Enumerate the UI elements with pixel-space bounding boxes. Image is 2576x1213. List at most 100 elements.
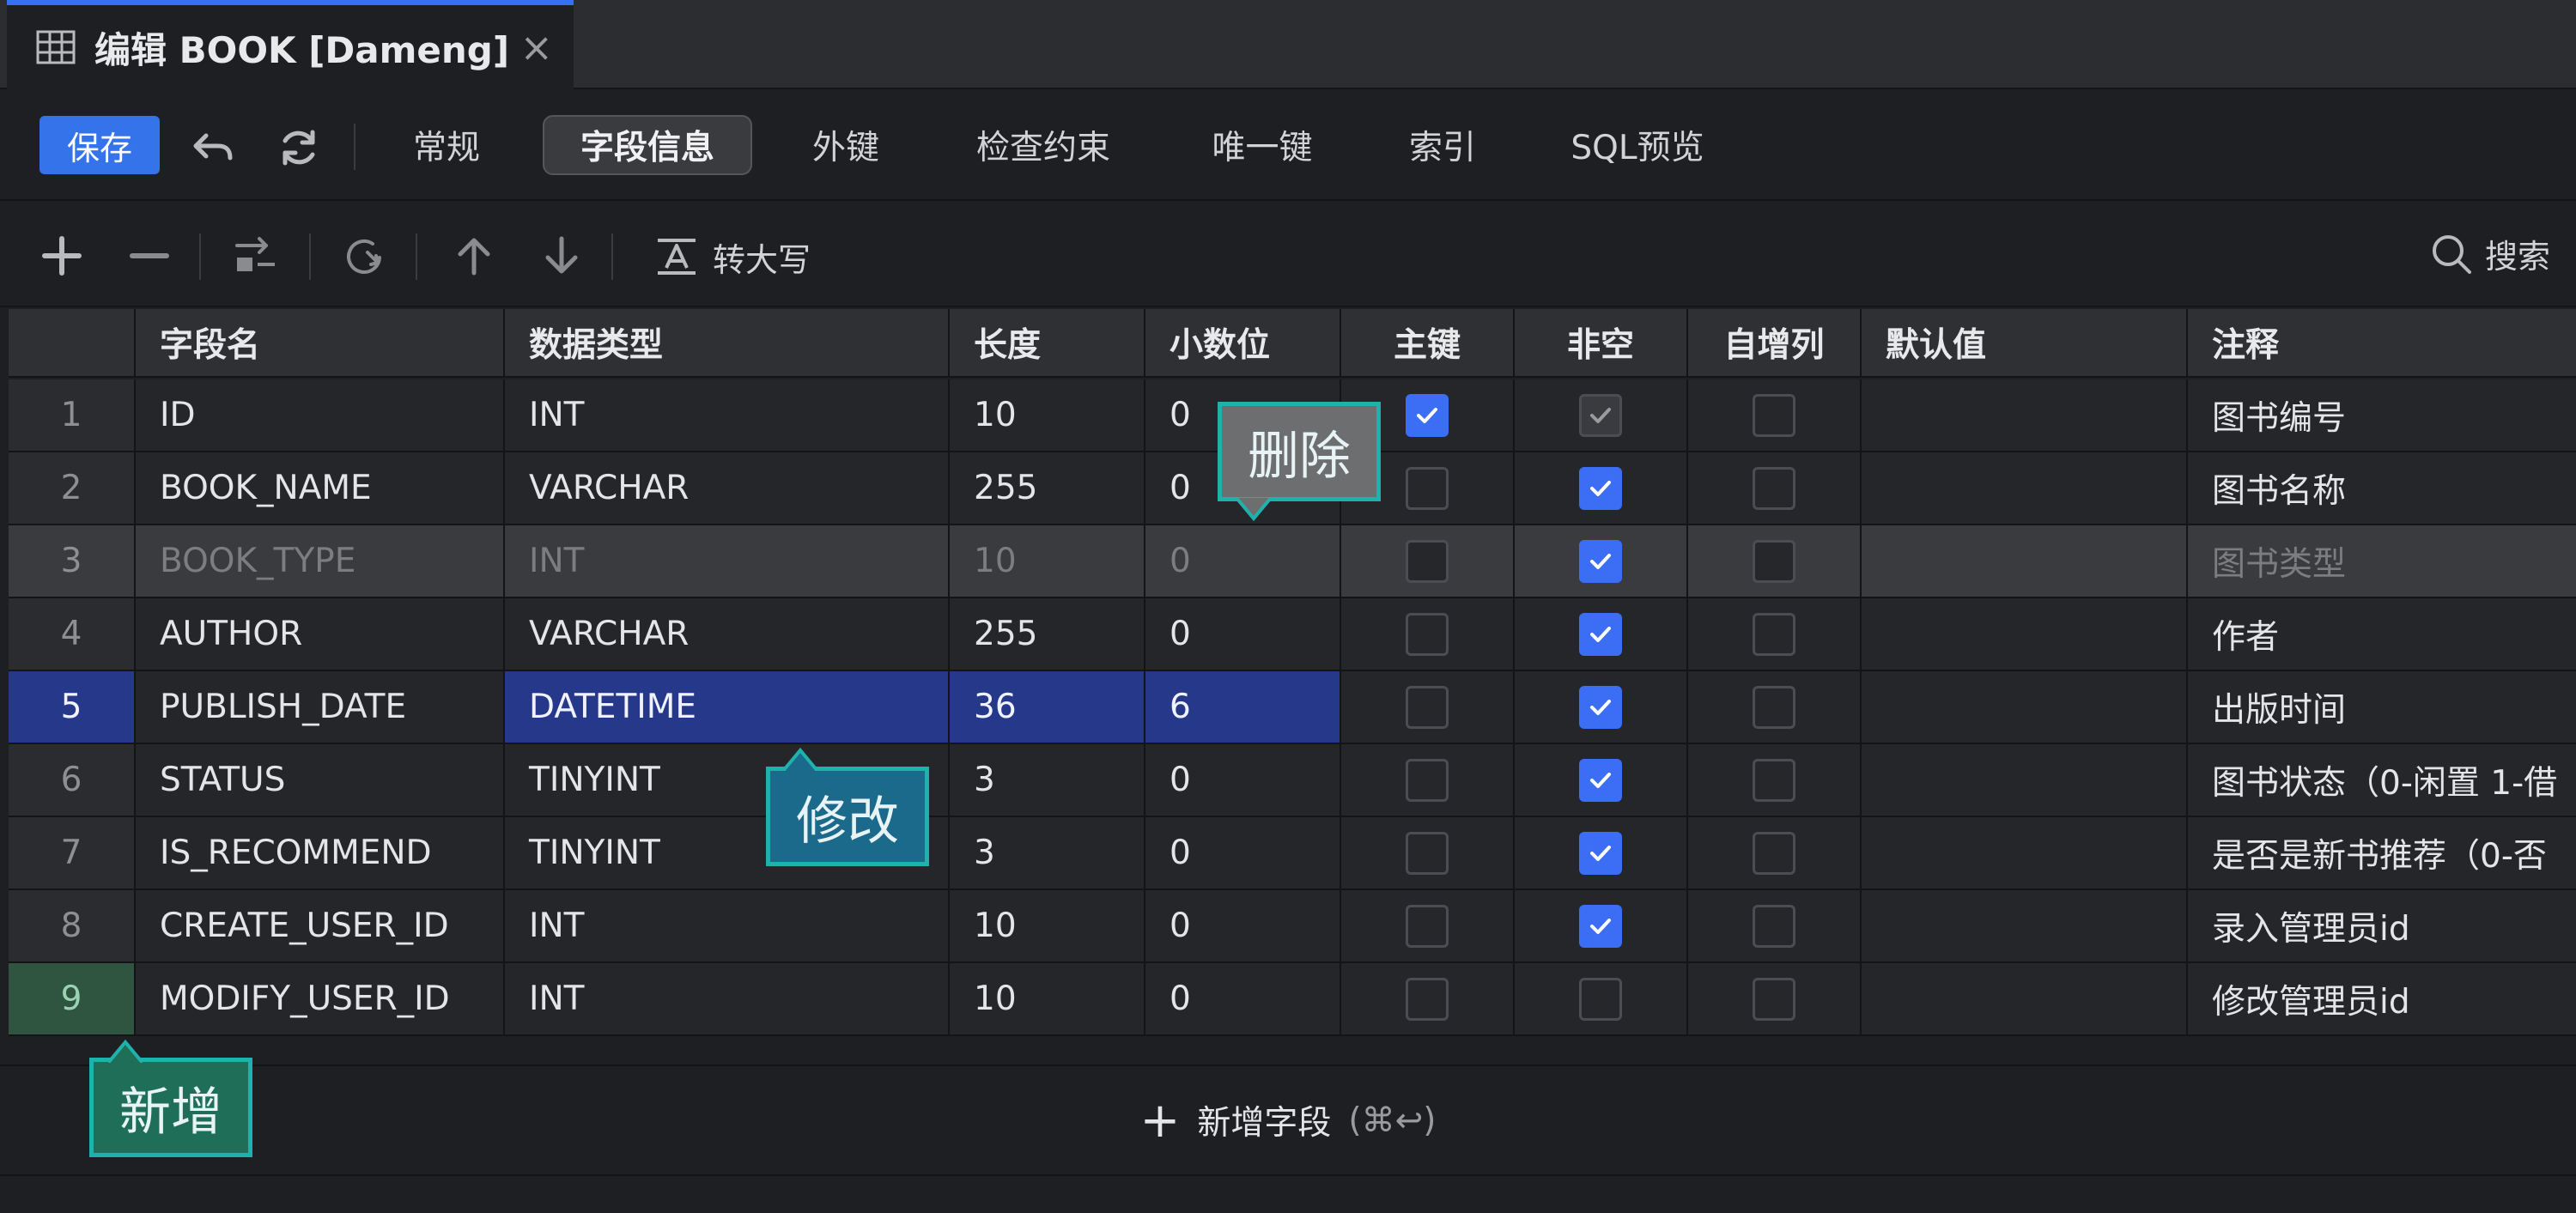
auto-checkbox[interactable] <box>1753 904 1795 948</box>
table-row[interactable]: 4 AUTHOR VARCHAR 255 0 作者 <box>9 598 2576 671</box>
pk-checkbox[interactable] <box>1406 612 1449 656</box>
notnull-cell[interactable] <box>1515 744 1688 816</box>
column-header-not-null[interactable]: 非空 <box>1515 309 1688 376</box>
type-cell[interactable]: INT <box>505 525 950 597</box>
pk-checkbox[interactable] <box>1406 393 1449 437</box>
name-cell[interactable]: MODIFY_USER_ID <box>136 963 505 1034</box>
auto-cell[interactable] <box>1688 744 1862 816</box>
save-button[interactable]: 保存 <box>39 116 160 174</box>
default-cell[interactable] <box>1862 744 2188 816</box>
comment-cell[interactable]: 是否是新书推荐（0-否 <box>2188 817 2576 889</box>
auto-cell[interactable] <box>1688 379 1862 451</box>
comment-cell[interactable]: 出版时间 <box>2188 671 2576 743</box>
undo-icon[interactable] <box>189 124 237 172</box>
table-row[interactable]: 8 CREATE_USER_ID INT 10 0 录入管理员id <box>9 890 2576 963</box>
name-cell[interactable]: AUTHOR <box>136 598 505 670</box>
pk-checkbox[interactable] <box>1406 831 1449 875</box>
editor-tab[interactable]: 编辑 BOOK [Dameng] × <box>7 0 574 89</box>
length-cell[interactable]: 10 <box>950 890 1145 961</box>
column-header-type[interactable]: 数据类型 <box>505 309 950 376</box>
name-cell[interactable]: BOOK_TYPE <box>136 525 505 597</box>
notnull-checkbox[interactable] <box>1579 466 1622 510</box>
uppercase-button[interactable]: 转大写 <box>713 234 811 281</box>
comment-cell[interactable]: 图书编号 <box>2188 379 2576 451</box>
arrow-down-icon[interactable] <box>538 232 586 280</box>
uppercase-icon[interactable] <box>653 232 701 280</box>
notnull-checkbox[interactable] <box>1579 393 1622 437</box>
pk-cell[interactable] <box>1341 963 1515 1034</box>
pk-cell[interactable] <box>1341 890 1515 961</box>
column-header-length[interactable]: 长度 <box>950 309 1145 376</box>
tab-check-constraints[interactable]: 检查约束 <box>962 115 1125 175</box>
notnull-cell[interactable] <box>1515 525 1688 597</box>
notnull-checkbox[interactable] <box>1579 758 1622 802</box>
scale-cell[interactable]: 0 <box>1145 598 1341 670</box>
scale-cell[interactable]: 0 <box>1145 963 1341 1034</box>
name-cell[interactable]: CREATE_USER_ID <box>136 890 505 961</box>
scale-cell[interactable]: 6 <box>1145 671 1341 743</box>
table-row[interactable]: 5 PUBLISH_DATE DATETIME 36 6 出版时间 <box>9 671 2576 744</box>
refresh-icon[interactable] <box>275 124 323 172</box>
comment-cell[interactable]: 录入管理员id <box>2188 890 2576 961</box>
auto-cell[interactable] <box>1688 963 1862 1034</box>
column-header-auto-increment[interactable]: 自增列 <box>1688 309 1862 376</box>
comment-cell[interactable]: 作者 <box>2188 598 2576 670</box>
notnull-cell[interactable] <box>1515 671 1688 743</box>
length-cell[interactable]: 10 <box>950 525 1145 597</box>
pk-cell[interactable] <box>1341 525 1515 597</box>
notnull-checkbox[interactable] <box>1579 977 1622 1021</box>
default-cell[interactable] <box>1862 452 2188 524</box>
notnull-checkbox[interactable] <box>1579 612 1622 656</box>
pk-cell[interactable] <box>1341 598 1515 670</box>
length-cell[interactable]: 255 <box>950 598 1145 670</box>
notnull-cell[interactable] <box>1515 598 1688 670</box>
table-row[interactable]: 9 MODIFY_USER_ID INT 10 0 修改管理员id <box>9 963 2576 1036</box>
scale-cell[interactable]: 0 <box>1145 817 1341 889</box>
auto-checkbox[interactable] <box>1753 685 1795 729</box>
pk-checkbox[interactable] <box>1406 904 1449 948</box>
tab-unique-keys[interactable]: 唯一键 <box>1198 115 1327 175</box>
pk-cell[interactable] <box>1341 817 1515 889</box>
name-cell[interactable]: BOOK_NAME <box>136 452 505 524</box>
column-header-name[interactable]: 字段名 <box>136 309 505 376</box>
length-cell[interactable]: 3 <box>950 744 1145 816</box>
type-cell[interactable]: VARCHAR <box>505 598 950 670</box>
auto-checkbox[interactable] <box>1753 612 1795 656</box>
length-cell[interactable]: 10 <box>950 963 1145 1034</box>
restore-icon[interactable] <box>340 232 388 280</box>
auto-checkbox[interactable] <box>1753 393 1795 437</box>
auto-checkbox[interactable] <box>1753 831 1795 875</box>
comment-cell[interactable]: 图书状态（0-闲置 1-借 <box>2188 744 2576 816</box>
length-cell[interactable]: 3 <box>950 817 1145 889</box>
pk-checkbox[interactable] <box>1406 977 1449 1021</box>
auto-checkbox[interactable] <box>1753 758 1795 802</box>
pk-checkbox[interactable] <box>1406 539 1449 583</box>
auto-cell[interactable] <box>1688 452 1862 524</box>
pk-checkbox[interactable] <box>1406 758 1449 802</box>
notnull-cell[interactable] <box>1515 963 1688 1034</box>
scale-cell[interactable]: 0 <box>1145 744 1341 816</box>
type-cell[interactable]: INT <box>505 379 950 451</box>
column-header-primary-key[interactable]: 主键 <box>1341 309 1515 376</box>
notnull-cell[interactable] <box>1515 817 1688 889</box>
pk-cell[interactable] <box>1341 744 1515 816</box>
pk-checkbox[interactable] <box>1406 685 1449 729</box>
comment-cell[interactable]: 图书类型 <box>2188 525 2576 597</box>
auto-checkbox[interactable] <box>1753 466 1795 510</box>
notnull-cell[interactable] <box>1515 890 1688 961</box>
column-header-scale[interactable]: 小数位 <box>1145 309 1341 376</box>
length-cell[interactable]: 10 <box>950 379 1145 451</box>
name-cell[interactable]: PUBLISH_DATE <box>136 671 505 743</box>
notnull-cell[interactable] <box>1515 452 1688 524</box>
length-cell[interactable]: 255 <box>950 452 1145 524</box>
tab-sql-preview[interactable]: SQL预览 <box>1556 115 1719 175</box>
default-cell[interactable] <box>1862 817 2188 889</box>
notnull-checkbox[interactable] <box>1579 539 1622 583</box>
name-cell[interactable]: STATUS <box>136 744 505 816</box>
default-cell[interactable] <box>1862 963 2188 1034</box>
arrow-up-icon[interactable] <box>450 232 498 280</box>
table-row[interactable]: 3 BOOK_TYPE INT 10 0 图书类型 <box>9 525 2576 598</box>
tab-foreign-keys[interactable]: 外键 <box>803 115 889 175</box>
remove-icon[interactable] <box>125 232 173 280</box>
default-cell[interactable] <box>1862 890 2188 961</box>
